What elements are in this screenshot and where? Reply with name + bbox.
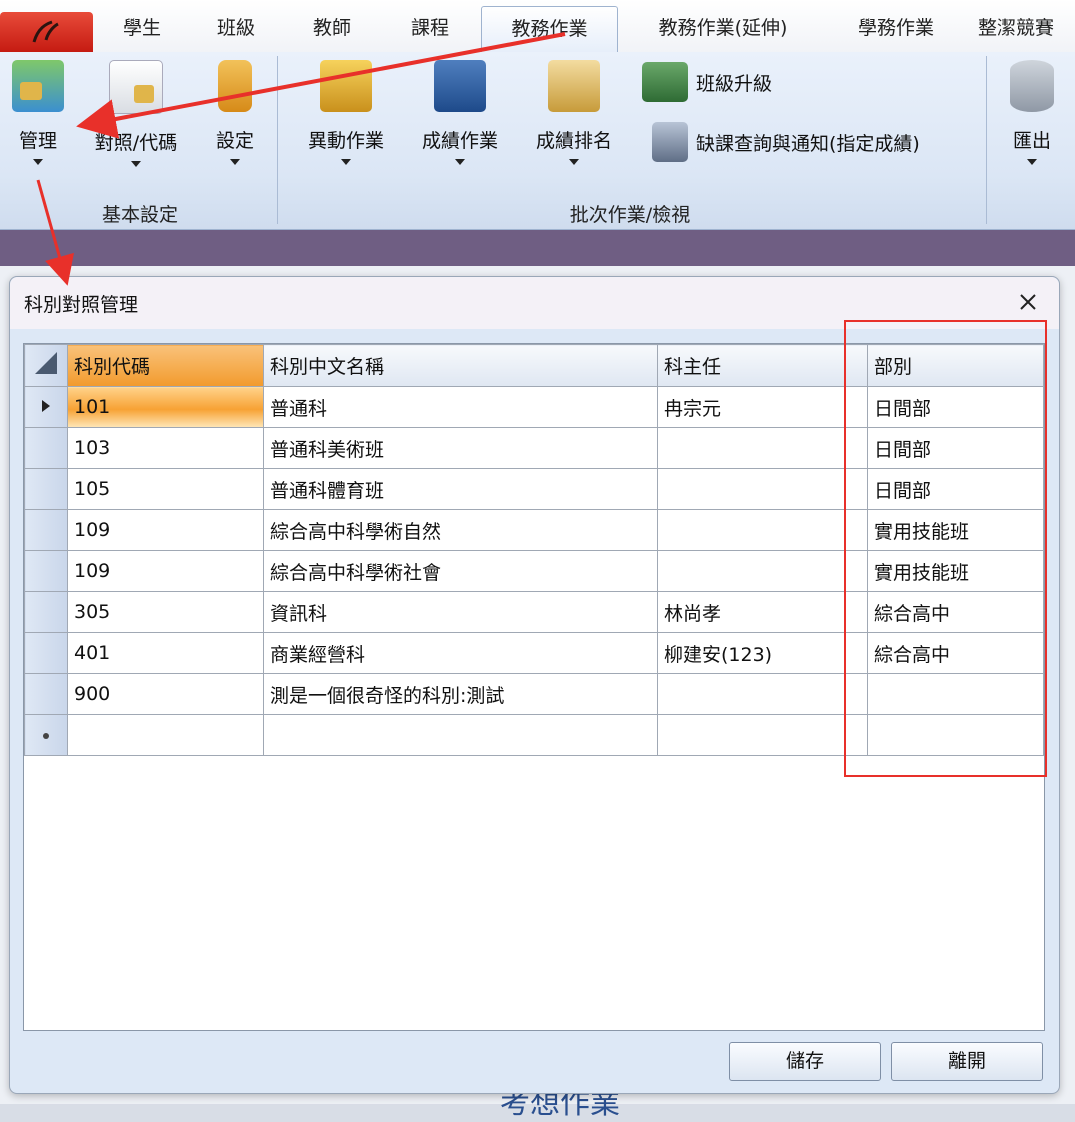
- annotation-arrow-to-manage: [76, 32, 566, 139]
- annotation-arrow-to-dialog: [36, 179, 74, 286]
- annotation-arrows: [36, 32, 566, 286]
